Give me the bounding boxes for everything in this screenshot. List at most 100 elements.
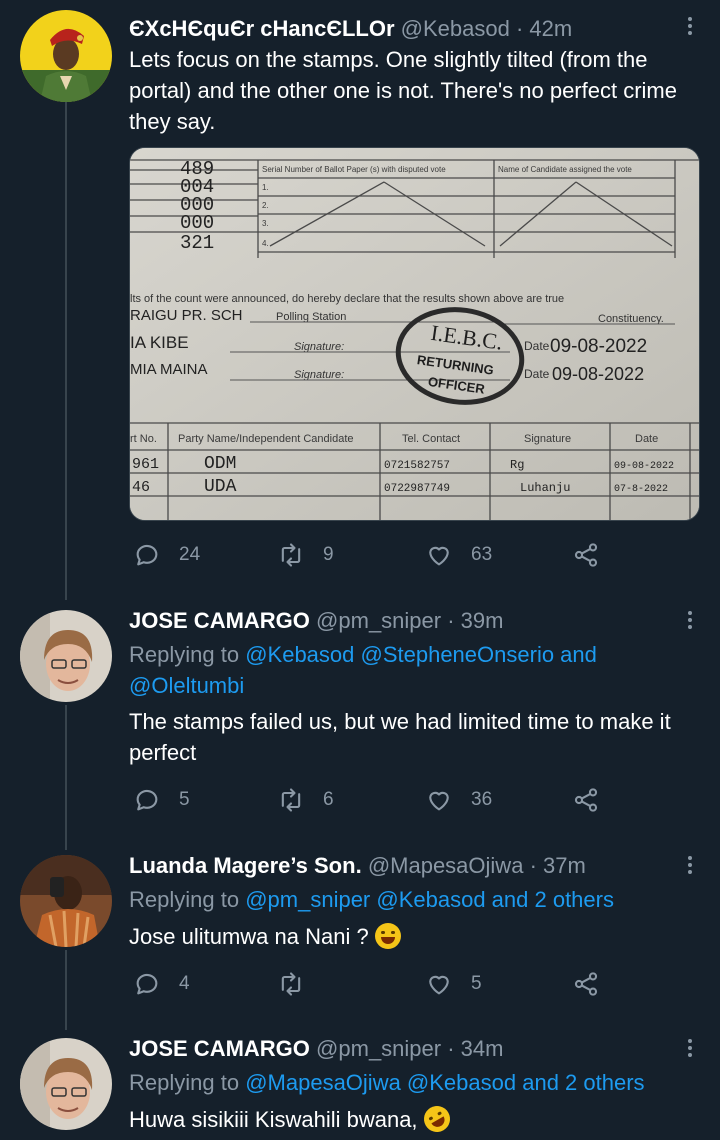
tweet-actions: 5 6 36 [129,785,609,815]
reply-button[interactable]: 24 [133,540,200,570]
like-button[interactable]: 63 [425,540,492,570]
more-options-icon[interactable] [682,1036,698,1062]
table-header: Signature [524,433,571,445]
like-button[interactable]: 5 [425,969,482,999]
user-handle[interactable]: @Kebasod [401,16,510,41]
user-handle[interactable]: @MapesaOjiwa [368,853,524,878]
table-header: Party Name/Independent Candidate [178,433,354,445]
tweet-header: ЄXcHЄquЄr cHancЄLLOr @Kebasod · 42m [129,14,572,44]
form-row-number: 2. [262,201,269,210]
reply-icon [136,789,158,811]
face-with-tears-of-joy-icon [374,923,401,949]
replying-to-label: Replying to [129,887,240,912]
tweet[interactable]: Luanda Magere’s Son. @MapesaOjiwa · 37m … [0,845,720,1015]
form-label: Signature: [294,341,344,353]
replying-to: Replying to @MapesaOjiwa @Kebasod and 2 … [129,1067,709,1098]
tweet-header: JOSE CAMARGO @pm_sniper · 39m [129,606,503,636]
tally-value: 321 [180,232,214,254]
like-button[interactable]: 36 [425,785,492,815]
user-handle[interactable]: @pm_sniper [316,608,441,633]
signature-date: 09-08-2022 [552,364,644,384]
form-column-label: Name of Candidate assigned the vote [498,165,632,174]
form-row-number: 4. [262,239,269,248]
replying-to-label: Replying to [129,1070,240,1095]
tweet-actions: 24 9 63 [129,540,609,570]
heart-icon [429,975,449,995]
timestamp[interactable]: · 39m [447,608,503,633]
table-cell: Rg [510,458,524,472]
more-options-icon[interactable] [682,853,698,879]
share-icon [574,543,598,567]
tweet-actions: 4 5 [129,969,609,999]
table-cell: 09-08-2022 [614,461,674,472]
officer-name: MIA MAINA [130,361,208,378]
timestamp[interactable]: · 42m [516,16,572,41]
tweet-text: Lets focus on the stamps. One slightly t… [129,47,677,134]
avatar[interactable] [20,610,112,702]
form-declaration: lts of the count were announced, do here… [130,293,564,305]
tweet-text: Jose ulitumwa na Nani ? [129,924,369,949]
ballot-form-photo: Serial Number of Ballot Paper (s) with d… [130,148,699,520]
retweet-button[interactable]: 6 [277,785,334,815]
form-row-number: 1. [262,183,269,192]
share-icon [574,972,598,996]
more-options-icon[interactable] [682,608,698,634]
avatar[interactable] [20,855,112,947]
tweet[interactable]: ЄXcHЄquЄr cHancЄLLOr @Kebasod · 42m Lets… [0,0,720,590]
table-header: rt No. [130,433,157,445]
display-name[interactable]: JOSE CAMARGO [129,1036,310,1061]
tally-value: 000 [180,212,214,234]
retweet-count: 9 [323,544,334,565]
tweet-text-container: Huwa sisikiii Kiswahili bwana, [129,1101,709,1137]
avatar[interactable] [20,10,112,102]
heart-icon [429,546,449,566]
table-cell: 0722987749 [384,483,450,495]
retweet-icon [281,788,301,812]
tweet[interactable]: JOSE CAMARGO @pm_sniper · 39m Replying t… [0,600,720,830]
signature-date: 09-08-2022 [550,336,647,357]
display-name[interactable]: Luanda Magere’s Son. [129,853,362,878]
replying-to-label: Replying to [129,642,240,667]
share-button[interactable] [572,540,600,570]
like-count: 5 [471,973,482,994]
retweet-button[interactable] [277,969,305,999]
form-label: Date [524,339,550,353]
reply-button[interactable]: 4 [133,969,190,999]
timestamp[interactable]: · 37m [530,853,586,878]
tweet-header: JOSE CAMARGO @pm_sniper · 34m [129,1034,503,1064]
officer-name: IA KIBE [130,333,189,352]
table-cell: 07-8-2022 [614,484,668,495]
reply-button[interactable]: 5 [133,785,190,815]
form-label: Signature: [294,369,344,381]
avatar[interactable] [20,1038,112,1130]
table-cell: 961 [132,456,159,473]
share-button[interactable] [572,785,600,815]
table-cell: UDA [204,477,237,497]
tweet-text: Huwa sisikiii Kiswahili bwana, [129,1107,418,1132]
user-handle[interactable]: @pm_sniper [316,1036,441,1061]
retweet-icon [281,972,301,996]
mention-link[interactable]: @MapesaOjiwa @Kebasod and 2 others [245,1070,644,1095]
mention-link[interactable]: @pm_sniper @Kebasod and 2 others [245,887,614,912]
table-cell: ODM [204,454,236,474]
form-row-number: 3. [262,219,269,228]
reply-count: 4 [179,973,190,994]
retweet-icon [281,543,301,567]
display-name[interactable]: JOSE CAMARGO [129,608,310,633]
tweet-image[interactable]: Serial Number of Ballot Paper (s) with d… [129,147,700,521]
more-options-icon[interactable] [682,14,698,40]
retweet-button[interactable]: 9 [277,540,334,570]
form-label: Polling Station [276,311,346,323]
like-count: 36 [471,789,493,810]
heart-icon [429,791,449,811]
display-name[interactable]: ЄXcHЄquЄr cHancЄLLOr [129,16,395,41]
table-header: Tel. Contact [402,433,460,445]
table-cell: Luhanju [520,481,570,495]
share-button[interactable] [572,969,600,999]
tweet[interactable]: JOSE CAMARGO @pm_sniper · 34m Replying t… [0,1028,720,1140]
timestamp[interactable]: · 34m [447,1036,503,1061]
form-label: Constituency. [598,313,664,325]
reply-icon [136,973,158,995]
reply-count: 24 [179,544,201,565]
tweet-text-container: Jose ulitumwa na Nani ? [129,921,709,952]
